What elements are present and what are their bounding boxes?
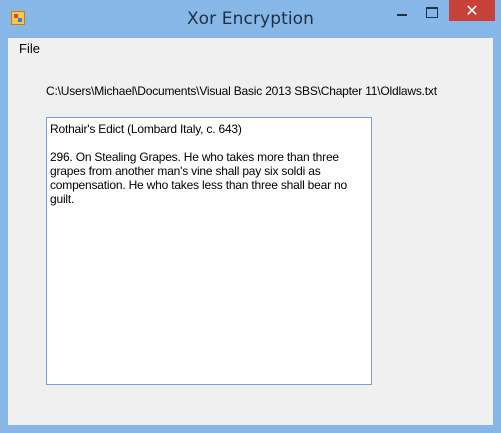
minimize-icon bbox=[397, 14, 407, 16]
minimize-button[interactable] bbox=[388, 3, 416, 23]
menu-bar: File bbox=[8, 38, 493, 60]
close-icon: ✕ bbox=[465, 1, 479, 20]
file-path-label: C:\Users\Michael\Documents\Visual Basic … bbox=[46, 84, 437, 98]
maximize-button[interactable] bbox=[418, 3, 446, 23]
file-content-textbox[interactable]: Rothair's Edict (Lombard Italy, c. 643) … bbox=[46, 117, 372, 385]
app-window: Xor Encryption ✕ File C:\Users\Michael\D… bbox=[0, 0, 501, 433]
title-bar[interactable]: Xor Encryption ✕ bbox=[0, 0, 501, 38]
close-button[interactable]: ✕ bbox=[449, 0, 495, 21]
window-bottom-border bbox=[0, 425, 501, 433]
maximize-icon bbox=[426, 7, 438, 18]
menu-file[interactable]: File bbox=[15, 40, 44, 58]
client-area: File C:\Users\Michael\Documents\Visual B… bbox=[8, 38, 493, 425]
